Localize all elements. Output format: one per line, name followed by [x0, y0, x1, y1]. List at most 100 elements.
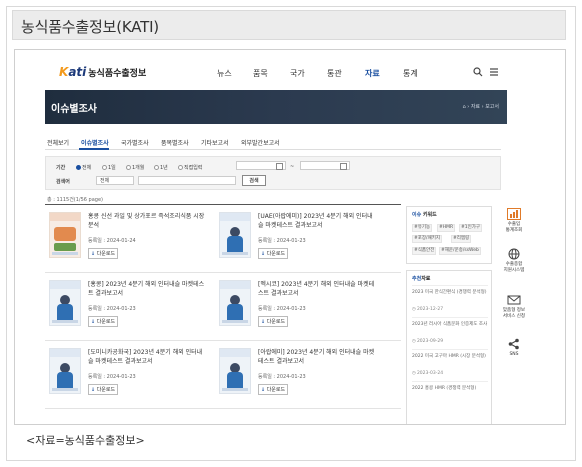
report-thumbnail[interactable] [49, 280, 81, 326]
quick-link-sns[interactable]: SNS [500, 338, 528, 358]
recommend-panel-title: 추천자료 [412, 276, 431, 282]
tab-all[interactable]: 전체보기 [47, 138, 69, 147]
scope-select[interactable]: 전체 [96, 176, 134, 185]
report-thumbnail[interactable] [49, 348, 81, 394]
page-title-bar: 농식품수출정보(KATI) [12, 10, 566, 40]
quick-link-label: 맞춤형 정보 서비스 신청 [502, 308, 526, 319]
search-icon[interactable] [473, 67, 483, 80]
keyword-tag[interactable]: #HMR [437, 224, 456, 232]
download-button[interactable]: ↓ 다운로드 [88, 384, 118, 395]
logo-text: 농식품수출정보 [88, 68, 147, 79]
recommend-date: 2023-12-27 [412, 307, 443, 312]
active-tab-indicator [79, 148, 109, 150]
report-item[interactable]: [홍콩] 2023년 4분기 해외 인터내슬 마켓테스트 결과보고서 등록일 :… [49, 280, 209, 344]
divider [412, 317, 488, 318]
radio-period-all[interactable]: 전체 [76, 164, 91, 171]
row-divider [45, 408, 401, 409]
mail-icon [507, 295, 521, 305]
recommend-item[interactable]: 2023 미국 한식간편식 (경쟁력 분석형) [412, 289, 488, 296]
recommend-item[interactable]: 2022 미국 고구마 HMR (시장 분석형) [412, 353, 488, 360]
quick-link-custom-service[interactable]: 맞춤형 정보 서비스 신청 [500, 294, 528, 320]
report-title[interactable]: [도미니카공화국] 2023년 4분기 해외 인터내슬 마켓테스트 결과보고서 [88, 348, 206, 366]
report-title[interactable]: [아랍에미] 2023년 4분기 해외 인터내슬 마켓테스트 결과보고서 [258, 348, 376, 366]
tab-external[interactable]: 외부발간보고서 [241, 138, 280, 147]
download-button[interactable]: ↓ 다운로드 [258, 384, 288, 395]
site-logo[interactable]: Kati 농식품수출정보 [59, 65, 146, 79]
radio-period-custom[interactable]: 직접입력 [178, 164, 202, 171]
download-button[interactable]: ↓ 다운로드 [258, 248, 288, 259]
menu-item-countries[interactable]: 국가 [290, 68, 305, 79]
keyword-tag[interactable]: #1인가구 [459, 224, 483, 232]
logo-mark: Kati [59, 65, 87, 79]
report-tabs: 전체보기 이슈별조사 국가별조사 품목별조사 기타보고서 외부발간보고서 [45, 136, 501, 150]
report-title[interactable]: [멕시코] 2023년 4분기 해외 인터내슬 마켓테스트 결과보고서 [258, 280, 376, 298]
radio-period-month[interactable]: 1개월 [126, 164, 144, 171]
keyword-input[interactable] [138, 176, 236, 185]
menu-item-customs[interactable]: 통관 [327, 68, 342, 79]
tab-other[interactable]: 기타보고서 [201, 138, 229, 147]
result-count: 총 : 1115건(1/56 page) [47, 197, 103, 203]
menu-item-statistics[interactable]: 통계 [403, 68, 418, 79]
quick-link-label: SNS [509, 352, 519, 357]
menu-icon[interactable] [489, 67, 499, 80]
banner-title: 이슈별조사 [51, 104, 97, 115]
row-divider [45, 272, 401, 273]
recommend-panel: 추천자료 2023 미국 한식간편식 (경쟁력 분석형) 2023-12-27 … [406, 270, 492, 424]
keyword-tag[interactable]: #식품안전 [412, 247, 437, 255]
recommend-item[interactable]: 2023년 러시아 식품문화 인증제도 조사 [412, 321, 488, 328]
quick-link-stats[interactable]: 수출입 통계조회 [500, 208, 528, 234]
report-thumbnail[interactable] [219, 212, 251, 258]
list-top-divider [45, 204, 401, 205]
report-item[interactable]: [도미니카공화국] 2023년 4분기 해외 인터내슬 마켓테스트 결과보고서 … [49, 348, 209, 412]
report-date: 등록일 : 2024-01-23 [258, 374, 306, 380]
report-thumbnail[interactable] [219, 348, 251, 394]
share-icon [508, 338, 519, 350]
menu-item-news[interactable]: 뉴스 [217, 68, 232, 79]
website-screenshot: Kati 농식품수출정보 뉴스 품목 국가 통관 자료 통계 이슈별조사 ⌂ ›… [14, 49, 566, 425]
tab-issue[interactable]: 이슈별조사 [81, 138, 109, 147]
report-item[interactable]: [아랍에미] 2023년 4분기 해외 인터내슬 마켓테스트 결과보고서 등록일… [219, 348, 379, 412]
start-date-input[interactable] [236, 161, 286, 170]
report-item[interactable]: [멕시코] 2023년 4분기 해외 인터내슬 마켓테스트 결과보고서 등록일 … [219, 280, 379, 344]
search-button[interactable]: 검색 [242, 175, 266, 186]
report-thumbnail[interactable] [219, 280, 251, 326]
breadcrumb: ⌂ › 자료 › 보고서 [462, 104, 499, 110]
period-label: 기간 [56, 165, 66, 171]
quick-link-label: 수출입 통계조회 [505, 222, 523, 233]
quick-link-label: 수출종합 지원시스템 [503, 262, 525, 273]
keyword-label: 검색어 [56, 179, 70, 185]
report-title[interactable]: 홍콩 신선 과일 및 상가포르 즉석조리식품 시장 분석 [88, 212, 206, 230]
keyword-tag[interactable]: #포장/패키지 [412, 235, 442, 243]
keyword-panel-title: 이슈 키워드 [412, 212, 437, 218]
report-title[interactable]: [홍콩] 2023년 4분기 해외 인터내슬 마켓테스트 결과보고서 [88, 280, 206, 298]
search-panel: 기간 전체 1일 1개월 1년 직접입력 ~ 검색어 전체 검색 [45, 156, 501, 190]
menu-item-resources[interactable]: 자료 [365, 68, 380, 79]
divider [412, 349, 488, 350]
chart-icon [507, 208, 521, 220]
keyword-tag[interactable]: #리멤링 [451, 235, 472, 243]
radio-period-year[interactable]: 1년 [154, 164, 168, 171]
download-button[interactable]: ↓ 다운로드 [88, 248, 118, 259]
recommend-date: 2023-09-29 [412, 339, 443, 344]
report-title[interactable]: [UAE(아랍에미)] 2023년 4분기 해외 인터내슬 마켓테스트 결과보고… [258, 212, 376, 230]
tab-product[interactable]: 품목별조사 [161, 138, 189, 147]
date-separator: ~ [290, 164, 295, 170]
radio-period-day[interactable]: 1일 [102, 164, 116, 171]
recommend-item[interactable]: 2022 홍콩 HMR (경쟁력 분석형) [412, 385, 488, 392]
end-date-input[interactable] [300, 161, 350, 170]
tab-country[interactable]: 국가별조사 [121, 138, 149, 147]
top-nav: Kati 농식품수출정보 뉴스 품목 국가 통관 자료 통계 [15, 50, 565, 90]
keyword-tag[interactable]: #유기농 [412, 224, 433, 232]
report-date: 등록일 : 2024-01-23 [88, 374, 136, 380]
download-button[interactable]: ↓ 다운로드 [88, 316, 118, 327]
quick-link-export-support[interactable]: 수출종합 지원시스템 [500, 248, 528, 274]
globe-icon [508, 248, 520, 260]
report-date: 등록일 : 2024-01-23 [88, 306, 136, 312]
report-thumbnail[interactable] [49, 212, 81, 258]
download-button[interactable]: ↓ 다운로드 [258, 316, 288, 327]
report-item[interactable]: 홍콩 신선 과일 및 상가포르 즉석조리식품 시장 분석 등록일 : 2024-… [49, 212, 209, 276]
keyword-tag[interactable]: #해운/운송/ssWeb [439, 247, 481, 255]
recommend-date: 2023-03-24 [412, 371, 443, 376]
menu-item-products[interactable]: 품목 [253, 68, 268, 79]
report-item[interactable]: [UAE(아랍에미)] 2023년 4분기 해외 인터내슬 마켓테스트 결과보고… [219, 212, 379, 276]
